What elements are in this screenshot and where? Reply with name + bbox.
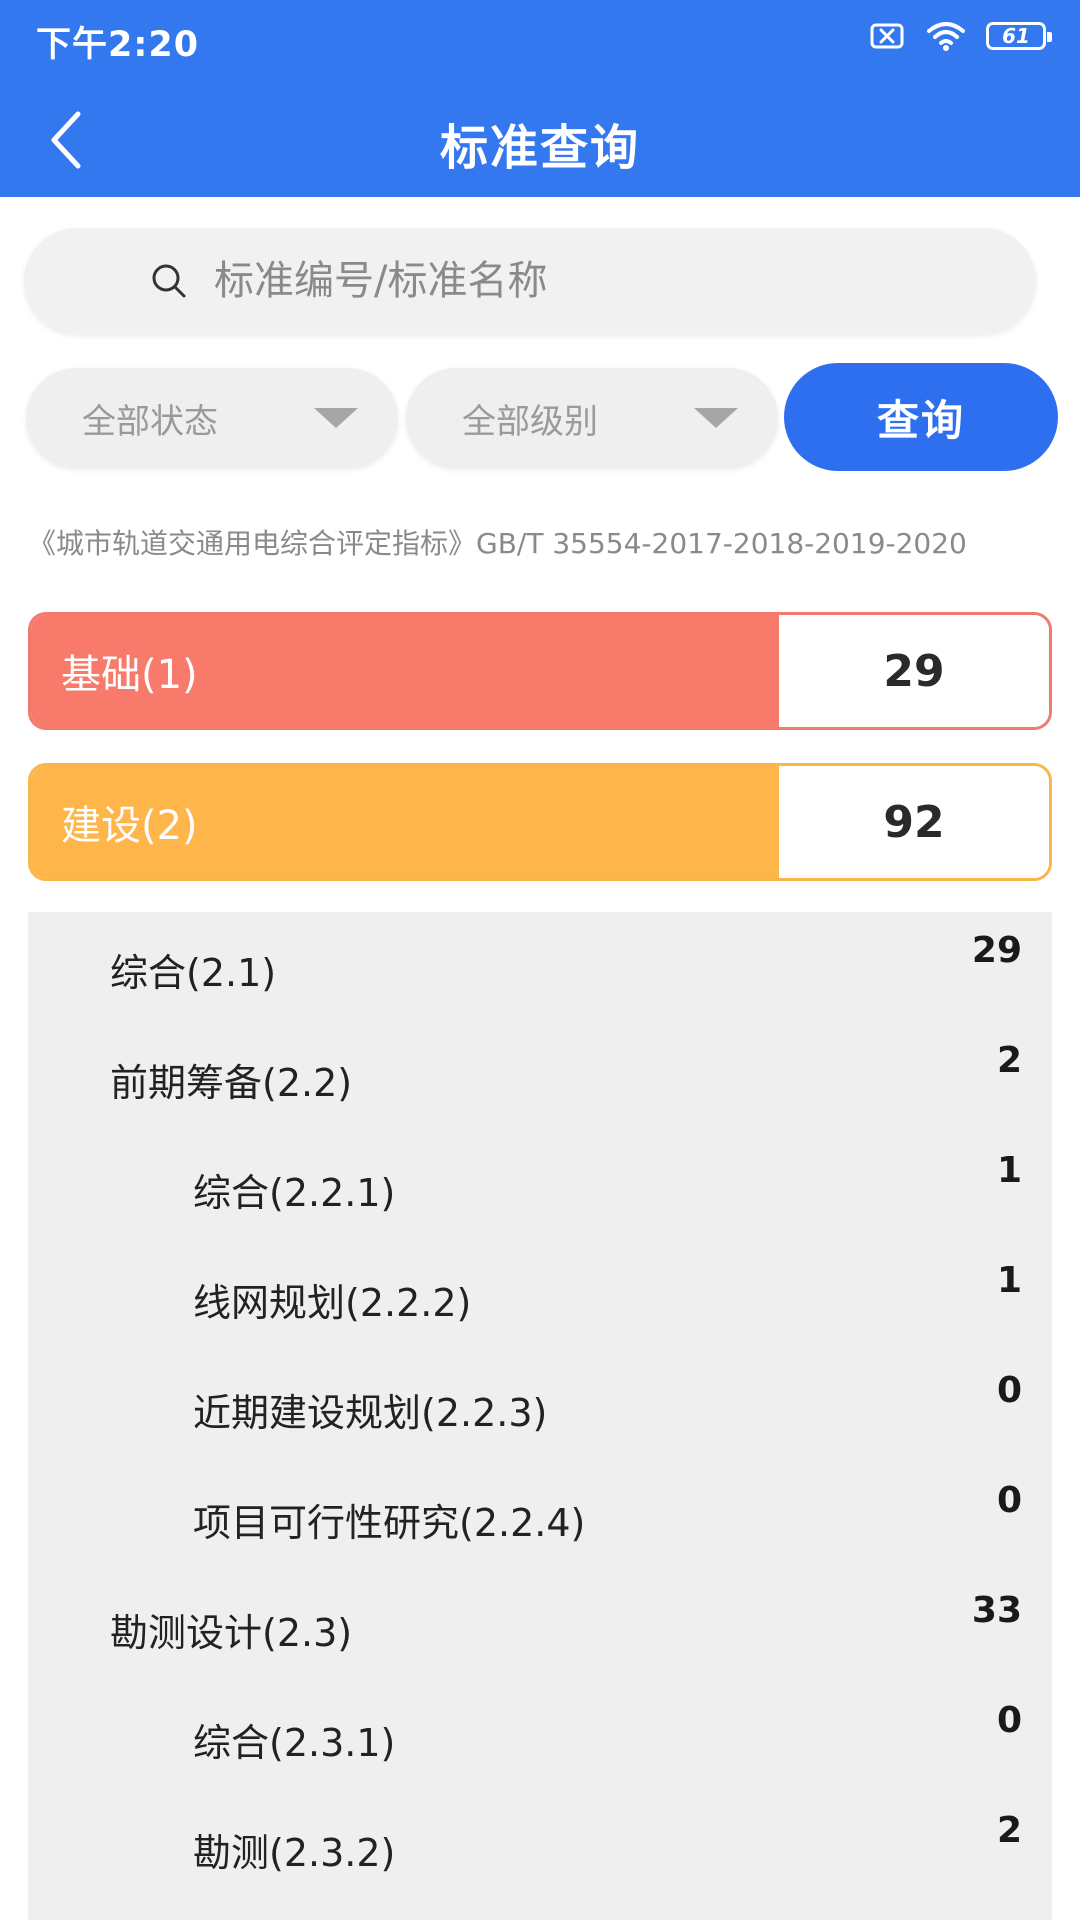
list-item-count: 2 <box>996 1810 1022 1851</box>
list-item[interactable]: 勘测设计(2.3) 33 <box>28 1572 1052 1682</box>
list-item-label: 综合(2.2.1) <box>193 1171 396 1215</box>
list-item-count: 29 <box>971 930 1022 971</box>
category-construction[interactable]: 建设(2) 92 <box>28 763 1052 881</box>
list-item-label: 前期筹备(2.2) <box>110 1061 353 1105</box>
caret-down-icon <box>314 408 358 428</box>
search-icon <box>152 264 186 298</box>
search-input[interactable] <box>212 257 976 305</box>
status-time: 下午2:20 <box>36 25 200 65</box>
no-sim-icon <box>870 23 904 49</box>
status-filter-label: 全部状态 <box>82 401 218 442</box>
list-item-label: 线网规划(2.2.2) <box>193 1281 472 1325</box>
battery-level: 61 <box>1002 24 1030 48</box>
list-item[interactable]: 近期建设规划(2.2.3) 0 <box>28 1352 1052 1462</box>
query-button[interactable]: 查询 <box>784 363 1058 471</box>
category-label: 基础(1) <box>31 615 779 727</box>
category-count: 92 <box>779 766 1049 878</box>
list-item-label: 近期建设规划(2.2.3) <box>193 1391 548 1435</box>
wifi-icon <box>927 22 965 51</box>
subcategory-list: 综合(2.1) 29 前期筹备(2.2) 2 综合(2.2.1) 1 线网规划(… <box>28 912 1052 1920</box>
level-filter-label: 全部级别 <box>462 401 598 442</box>
caret-down-icon <box>694 408 738 428</box>
list-item-count: 1 <box>996 1260 1022 1301</box>
screen: 下午2:20 61 标准查询 标准编号/标准名称 全部状态 全部级别 查询 《城… <box>0 0 1080 1920</box>
list-item-count: 2 <box>996 1040 1022 1081</box>
list-item-count: 0 <box>996 1370 1022 1411</box>
list-item[interactable]: 线网规划(2.2.2) 1 <box>28 1242 1052 1352</box>
list-item-count: 1 <box>996 1150 1022 1191</box>
battery-icon: 61 <box>986 22 1052 50</box>
list-item[interactable]: 综合(2.1) 29 <box>28 912 1052 1022</box>
category-label: 建设(2) <box>31 766 779 878</box>
category-basic[interactable]: 基础(1) 29 <box>28 612 1052 730</box>
list-item-label: 项目可行性研究(2.2.4) <box>193 1501 586 1545</box>
app-header: 下午2:20 61 标准查询 <box>0 0 1080 197</box>
list-item-count: 33 <box>971 1590 1022 1631</box>
standard-name: 《城市轨道交通用电综合评定指标》GB/T 35554-2017-2018-201… <box>28 527 967 560</box>
page-title: 标准查询 <box>439 120 640 176</box>
list-item[interactable]: 勘测(2.3.2) 2 <box>28 1792 1052 1902</box>
list-item-label: 综合(2.1) <box>110 951 277 995</box>
status-icons: 61 <box>868 20 1052 52</box>
list-item-count: 0 <box>996 1700 1022 1741</box>
list-item[interactable]: 项目可行性研究(2.2.4) 0 <box>28 1462 1052 1572</box>
level-filter-dropdown[interactable]: 全部级别 <box>406 368 778 468</box>
status-filter-dropdown[interactable]: 全部状态 <box>26 368 398 468</box>
list-item[interactable]: 前期筹备(2.2) 2 <box>28 1022 1052 1132</box>
category-count: 29 <box>779 615 1049 727</box>
list-item-label: 勘测(2.3.2) <box>193 1831 396 1875</box>
list-item[interactable]: 综合(2.2.1) 1 <box>28 1132 1052 1242</box>
list-item-label: 综合(2.3.1) <box>193 1721 396 1765</box>
list-item-label: 勘测设计(2.3) <box>110 1611 353 1655</box>
list-item[interactable]: 综合(2.3.1) 0 <box>28 1682 1052 1792</box>
list-item-count: 0 <box>996 1480 1022 1521</box>
search-bar[interactable] <box>24 228 1036 334</box>
